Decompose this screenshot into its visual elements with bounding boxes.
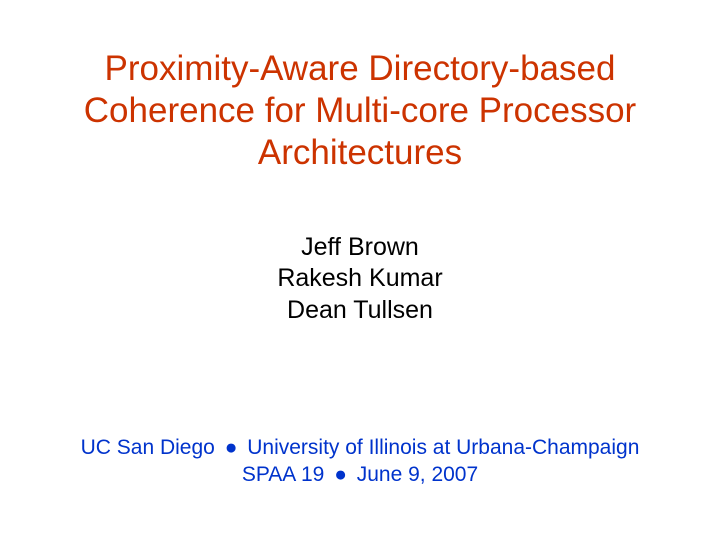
author-2: Rakesh Kumar <box>277 263 442 294</box>
affiliation-block: UC San Diego ● University of Illinois at… <box>81 434 640 489</box>
institution-1: UC San Diego <box>81 436 215 459</box>
institutions-line: UC San Diego ● University of Illinois at… <box>81 434 640 461</box>
bullet-separator: ● <box>225 434 238 461</box>
authors-block: Jeff Brown Rakesh Kumar Dean Tullsen <box>277 232 442 326</box>
venue: SPAA 19 <box>242 463 325 486</box>
author-3: Dean Tullsen <box>277 295 442 326</box>
institution-2: University of Illinois at Urbana-Champai… <box>247 436 639 459</box>
bullet-separator-2: ● <box>334 461 347 488</box>
slide-title: Proximity-Aware Directory-based Coherenc… <box>0 48 720 174</box>
venue-line: SPAA 19 ● June 9, 2007 <box>81 461 640 488</box>
author-1: Jeff Brown <box>277 232 442 263</box>
date: June 9, 2007 <box>357 463 478 486</box>
